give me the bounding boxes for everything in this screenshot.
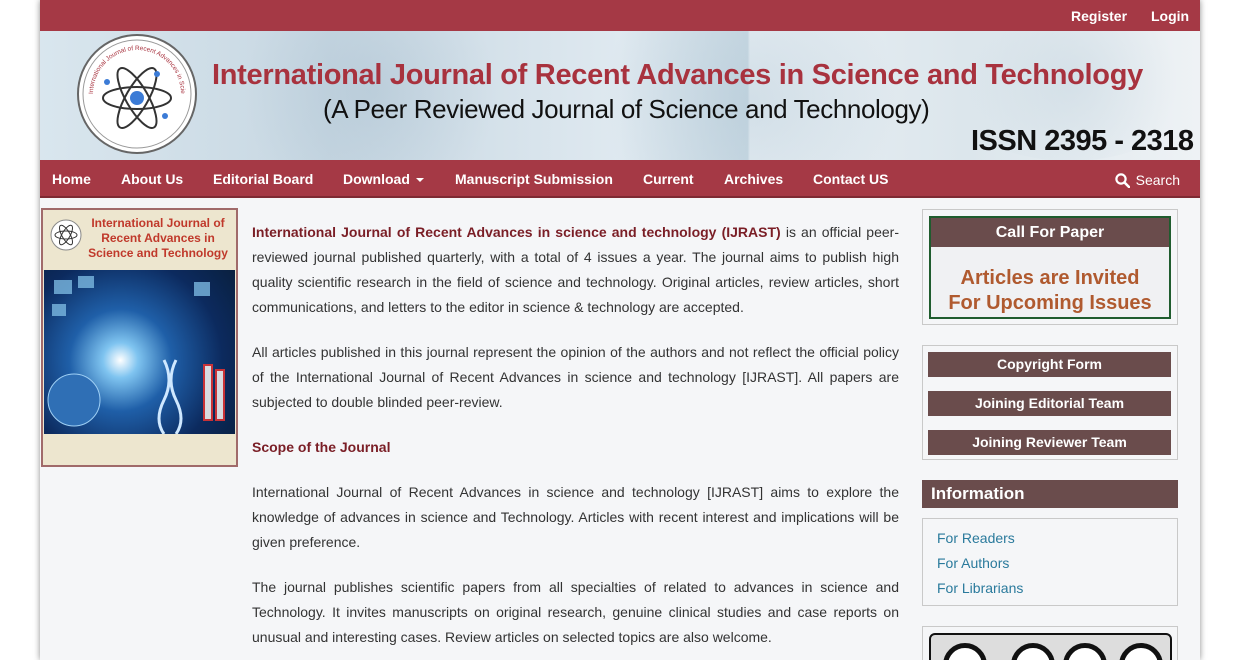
main-content: International Journal of Recent Advances… bbox=[252, 220, 899, 660]
search-icon bbox=[1114, 173, 1130, 189]
for-authors-link[interactable]: For Authors bbox=[937, 555, 1009, 571]
copyright-form-button[interactable]: Copyright Form bbox=[928, 352, 1171, 377]
policy-paragraph: All articles published in this journal r… bbox=[252, 344, 899, 410]
nav-manuscript-submission[interactable]: Manuscript Submission bbox=[455, 171, 613, 187]
call-for-paper-line1: Articles are Invited bbox=[960, 267, 1140, 289]
nav-archives[interactable]: Archives bbox=[724, 171, 783, 187]
search-button[interactable]: Search bbox=[1114, 172, 1180, 189]
creative-commons-badge[interactable] bbox=[929, 633, 1172, 660]
header-banner: International Journal of Recent Advances… bbox=[40, 31, 1200, 160]
for-librarians-link[interactable]: For Librarians bbox=[937, 580, 1023, 596]
issn-label: ISSN 2395 - 2318 bbox=[971, 125, 1194, 157]
journal-subtitle: (A Peer Reviewed Journal of Science and … bbox=[323, 94, 930, 124]
main-nav: Home About Us Editorial Board Download M… bbox=[40, 160, 1200, 198]
specialties-paragraph: The journal publishes scientific papers … bbox=[252, 579, 899, 645]
nav-home[interactable]: Home bbox=[52, 171, 91, 187]
license-panel bbox=[922, 626, 1178, 660]
nav-download[interactable]: Download bbox=[343, 171, 424, 187]
joining-editorial-team-button[interactable]: Joining Editorial Team bbox=[928, 391, 1171, 416]
call-for-paper-panel: Call For Paper Articles are Invited For … bbox=[922, 209, 1178, 325]
cc-icon bbox=[943, 643, 987, 660]
information-panel: For Readers For Authors For Librarians bbox=[922, 518, 1178, 606]
nav-download-label: Download bbox=[343, 171, 410, 187]
joining-reviewer-team-button[interactable]: Joining Reviewer Team bbox=[928, 430, 1171, 455]
search-label: Search bbox=[1135, 172, 1180, 188]
nav-current[interactable]: Current bbox=[643, 171, 694, 187]
scope-heading: Scope of the Journal bbox=[252, 439, 391, 455]
information-heading: Information bbox=[922, 480, 1178, 508]
forms-panel: Copyright Form Joining Editorial Team Jo… bbox=[922, 345, 1178, 460]
scope-paragraph: International Journal of Recent Advances… bbox=[252, 484, 899, 550]
atom-icon bbox=[50, 219, 82, 251]
nav-about-us[interactable]: About Us bbox=[121, 171, 183, 187]
for-readers-link[interactable]: For Readers bbox=[937, 530, 1015, 546]
top-bar: Register Login bbox=[40, 0, 1200, 31]
journal-logo[interactable]: International Journal of Recent Advances… bbox=[77, 31, 197, 154]
sharealike-icon bbox=[1119, 643, 1163, 660]
journal-title: International Journal of Recent Advances… bbox=[212, 59, 1143, 91]
call-for-paper-heading: Call For Paper bbox=[931, 218, 1169, 247]
attribution-icon bbox=[1011, 643, 1055, 660]
noncommercial-icon bbox=[1063, 643, 1107, 660]
call-for-paper-line2: For Upcoming Issues bbox=[948, 292, 1152, 314]
nav-contact-us[interactable]: Contact US bbox=[813, 171, 888, 187]
journal-cover-image[interactable]: International Journal of Recent Advances… bbox=[41, 208, 238, 467]
register-link[interactable]: Register bbox=[1071, 8, 1127, 24]
login-link[interactable]: Login bbox=[1151, 8, 1189, 24]
nav-editorial-board[interactable]: Editorial Board bbox=[213, 171, 313, 187]
intro-bold: International Journal of Recent Advances… bbox=[252, 224, 781, 240]
cover-title: International Journal of Recent Advances… bbox=[88, 216, 228, 260]
call-for-paper-body: Articles are Invited For Upcoming Issues bbox=[931, 247, 1169, 316]
intro-paragraph: International Journal of Recent Advances… bbox=[252, 220, 899, 320]
call-for-paper-box[interactable]: Call For Paper Articles are Invited For … bbox=[929, 216, 1171, 319]
atom-icon: International Journal of Recent Advances… bbox=[77, 31, 192, 149]
page-container: Register Login International Journal of … bbox=[40, 0, 1200, 660]
cover-artwork bbox=[44, 270, 235, 435]
caret-down-icon bbox=[415, 178, 424, 183]
